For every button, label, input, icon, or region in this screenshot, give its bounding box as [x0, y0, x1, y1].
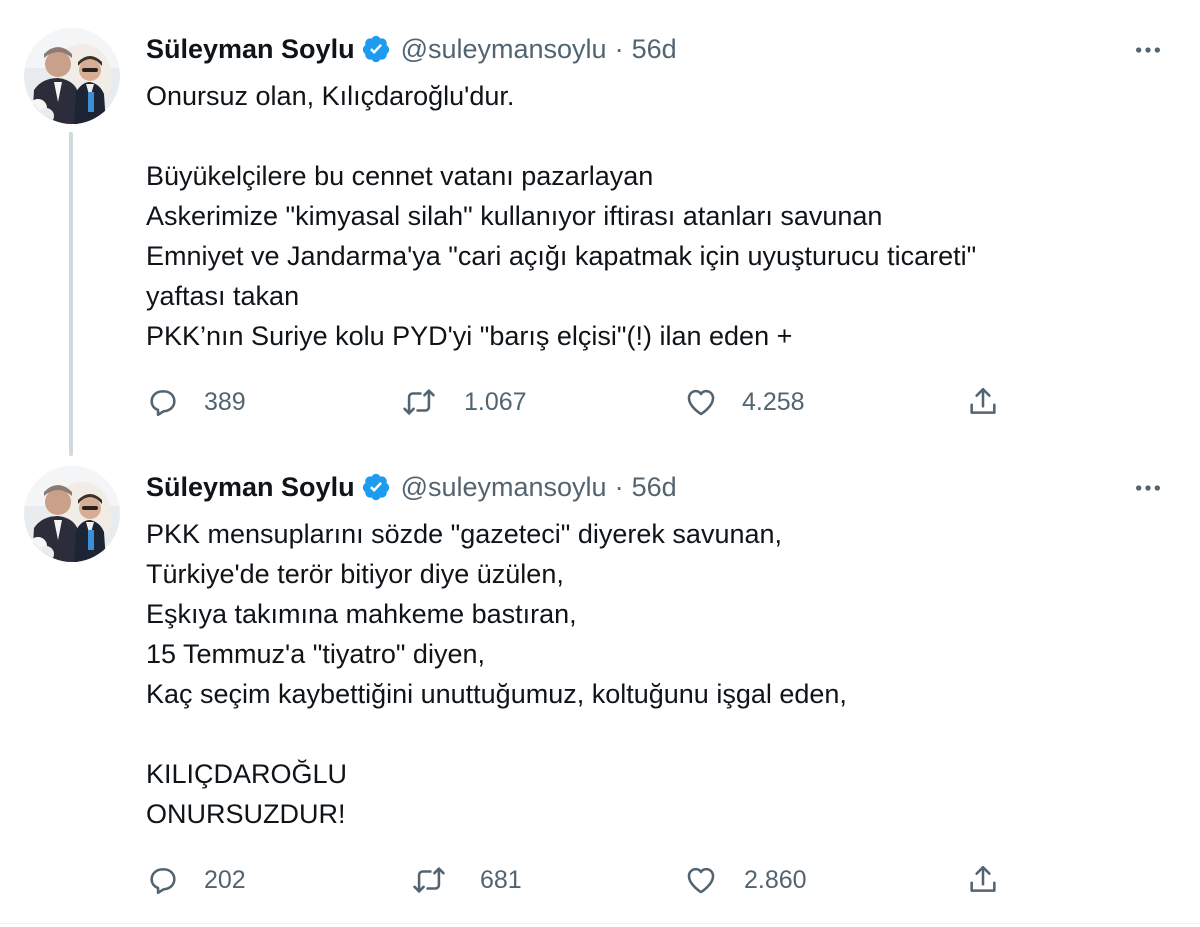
separator-dot: ·: [614, 33, 624, 64]
tweet-text-line: 15 Temmuz'a "tiyatro" diyen,: [146, 639, 485, 669]
share-icon: [970, 387, 996, 414]
like-button[interactable]: 2.860: [684, 860, 807, 900]
like-icon: [687, 867, 715, 894]
tweet-text-line: PKK mensuplarını sözde "gazeteci" diyere…: [146, 519, 783, 549]
verified-badge-icon: [361, 34, 391, 64]
share-icon: [970, 865, 996, 892]
avatar[interactable]: [24, 466, 120, 562]
retweet-button[interactable]: 681: [410, 860, 522, 900]
tweet[interactable]: Süleyman Soylu @suleymansoylu · 56d PKK …: [0, 448, 1200, 924]
tweet-text-line: Emniyet ve Jandarma'ya "cari açığı kapat…: [146, 241, 977, 271]
like-count: 4.258: [742, 387, 805, 416]
tweet-actions: 202 681 2.860: [146, 860, 1156, 900]
retweet-icon: [413, 867, 445, 893]
reply-icon: [150, 390, 176, 417]
tweet-header: Süleyman Soylu @suleymansoylu · 56d: [146, 29, 677, 69]
reply-icon: [150, 868, 176, 895]
handle[interactable]: @suleymansoylu: [401, 34, 607, 65]
like-icon: [687, 389, 715, 416]
tweet-text: PKK mensuplarını sözde "gazeteci" diyere…: [146, 514, 1156, 834]
tweet-text-line: yaftası takan: [146, 281, 300, 311]
retweet-count: 1.067: [464, 387, 527, 416]
timestamp[interactable]: 56d: [632, 472, 677, 503]
tweet-text-line: ONURSUZDUR!: [146, 799, 346, 829]
more-options-icon[interactable]: [1130, 32, 1166, 68]
more-options-icon[interactable]: [1130, 470, 1166, 506]
tweet-thread: Süleyman Soylu @suleymansoylu · 56d Onur…: [0, 0, 1200, 927]
tweet-text-line: [146, 714, 1156, 754]
tweet-text-line: Eşkıya takımına mahkeme bastıran,: [146, 599, 577, 629]
share-button[interactable]: [966, 382, 1000, 422]
retweet-count: 681: [480, 865, 522, 894]
reply-button[interactable]: 389: [146, 382, 246, 422]
thread-connector-line: [69, 132, 73, 456]
like-button[interactable]: 4.258: [684, 382, 805, 422]
reply-count: 202: [204, 865, 246, 894]
tweet-text-line: Kaç seçim kaybettiğini unuttuğumuz, kolt…: [146, 679, 847, 709]
retweet-button[interactable]: 1.067: [400, 382, 527, 422]
retweet-icon: [403, 389, 435, 415]
tweet-text-line: Askerimize "kimyasal silah" kullanıyor i…: [146, 201, 883, 231]
reply-count: 389: [204, 387, 246, 416]
avatar-photo: [24, 28, 120, 124]
tweet[interactable]: Süleyman Soylu @suleymansoylu · 56d Onur…: [0, 0, 1200, 456]
reply-button[interactable]: 202: [146, 860, 246, 900]
handle[interactable]: @suleymansoylu: [401, 472, 607, 503]
like-count: 2.860: [744, 865, 807, 894]
tweet-text-line: KILIÇDAROĞLU: [146, 759, 348, 789]
share-button[interactable]: [966, 860, 1000, 900]
tweet-text-line: PKK’nın Suriye kolu PYD'yi "barış elçisi…: [146, 321, 793, 351]
bottom-divider: [0, 923, 1200, 924]
display-name[interactable]: Süleyman Soylu: [146, 34, 355, 65]
tweet-header: Süleyman Soylu @suleymansoylu · 56d: [146, 467, 677, 507]
timestamp[interactable]: 56d: [632, 34, 677, 65]
avatar-photo: [24, 466, 120, 562]
verified-badge-icon: [361, 472, 391, 502]
tweet-text-line: Onursuz olan, Kılıçdaroğlu'dur.: [146, 81, 515, 111]
display-name[interactable]: Süleyman Soylu: [146, 472, 355, 503]
tweet-actions: 389 1.067 4.258: [146, 382, 1156, 422]
tweet-text-line: Türkiye'de terör bitiyor diye üzülen,: [146, 559, 564, 589]
separator-dot: ·: [614, 471, 624, 502]
avatar[interactable]: [24, 28, 120, 124]
tweet-text-line: [146, 116, 1156, 156]
tweet-text-line: Büyükelçilere bu cennet vatanı pazarlaya…: [146, 161, 654, 191]
tweet-text: Onursuz olan, Kılıçdaroğlu'dur. Büyükelç…: [146, 76, 1156, 356]
